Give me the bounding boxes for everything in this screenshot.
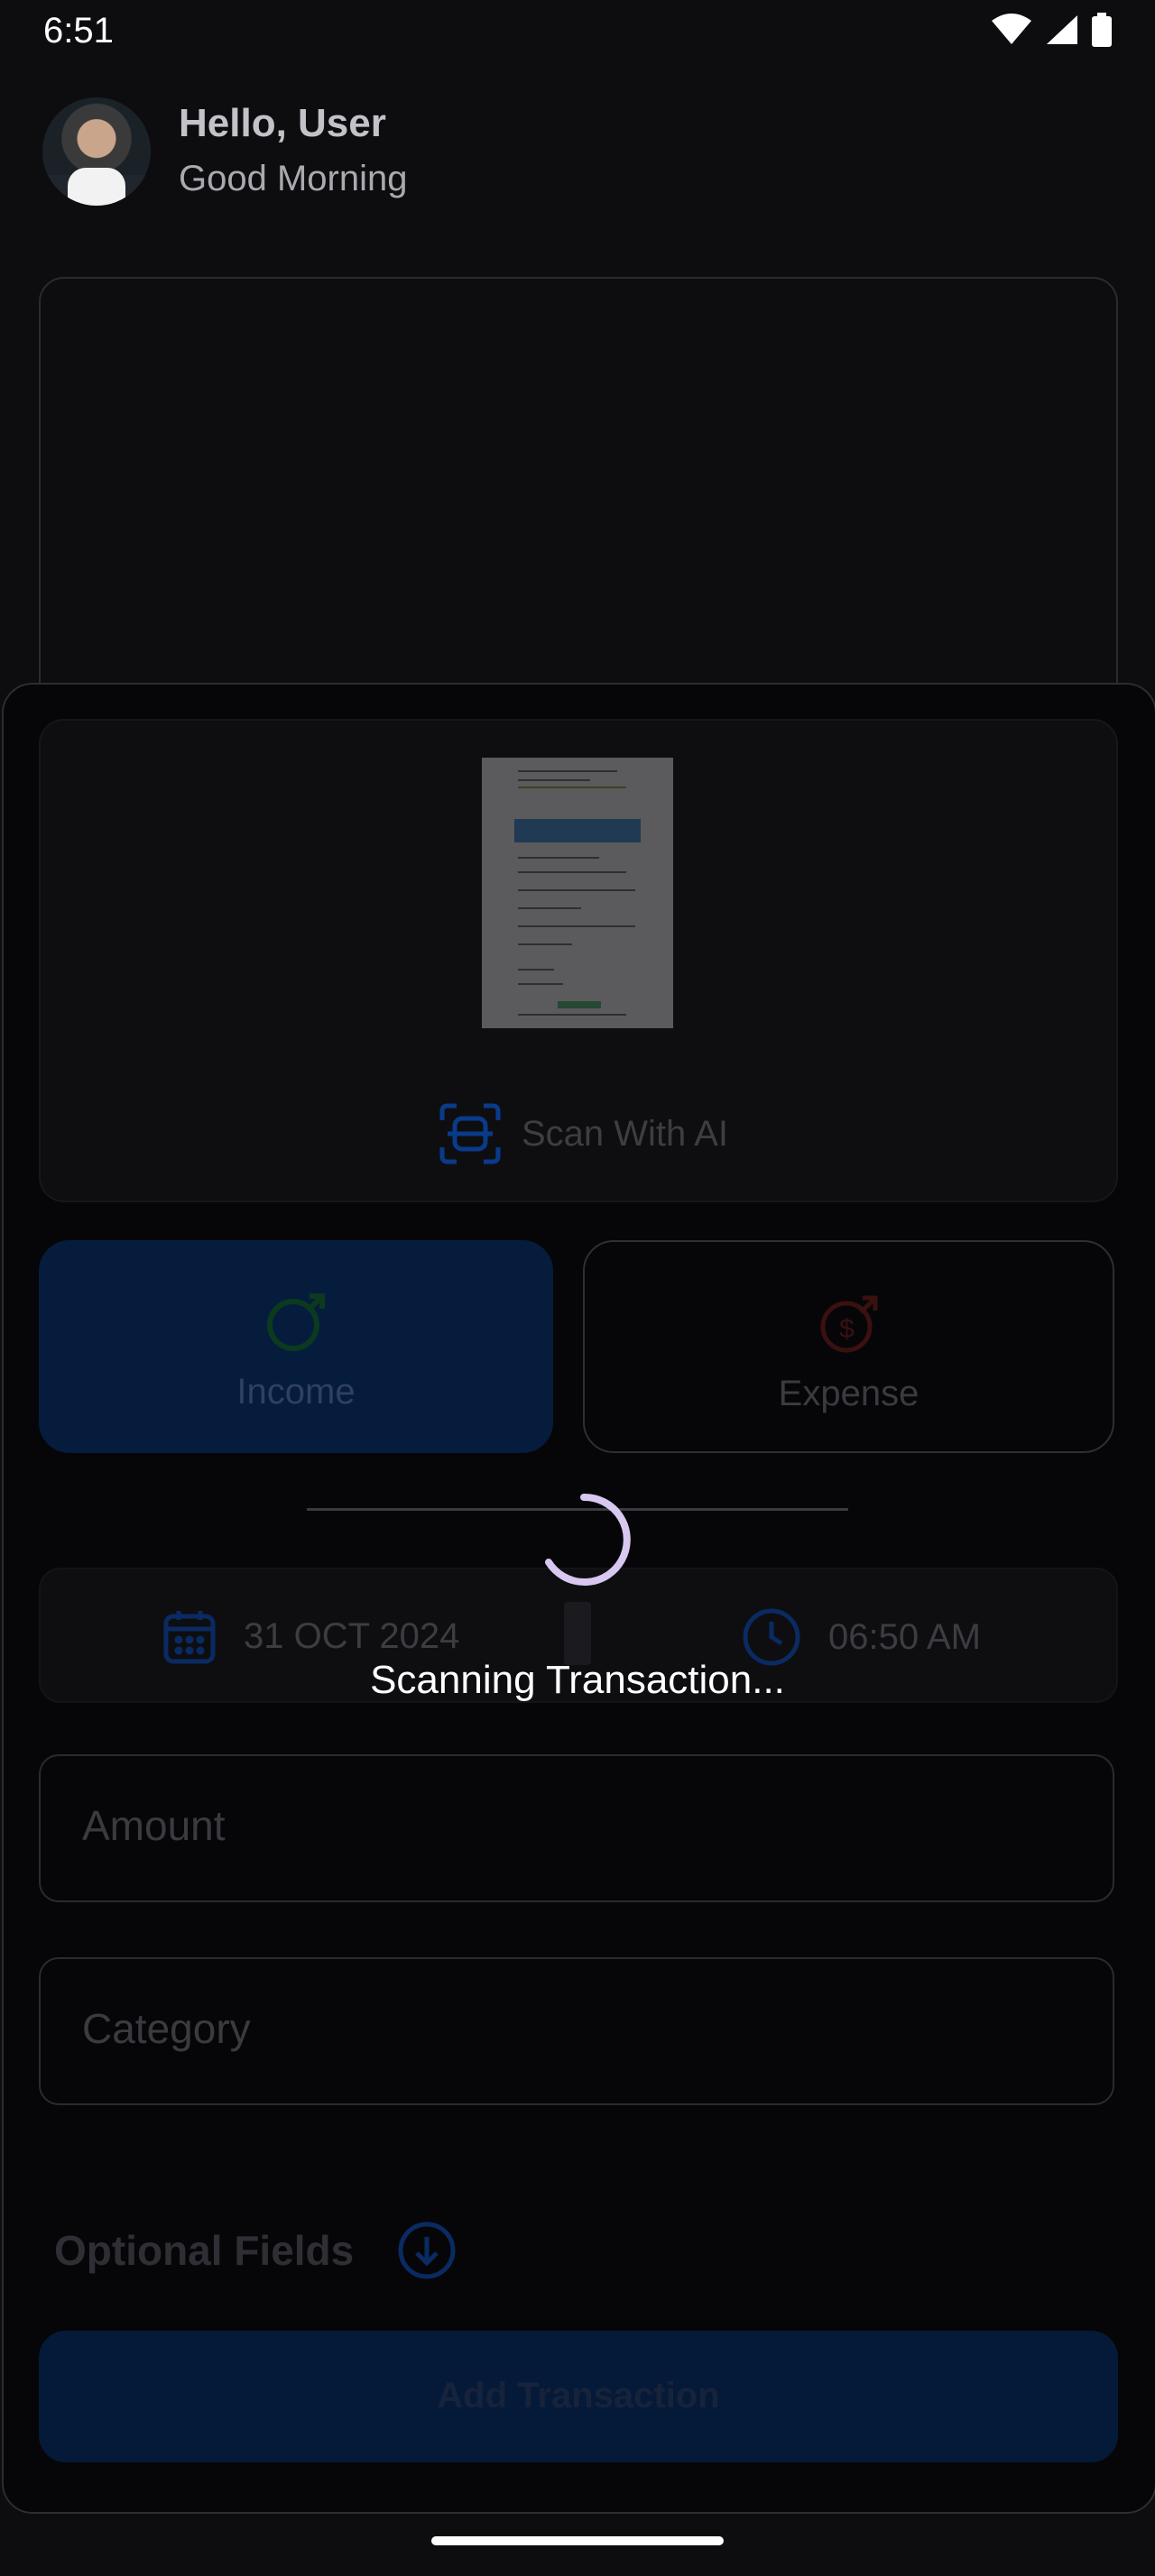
income-label: Income: [236, 1372, 356, 1412]
scan-with-ai-button[interactable]: Scan With AI: [439, 1102, 728, 1165]
category-field[interactable]: Category: [39, 1957, 1114, 2105]
loading-stem: [564, 1602, 591, 1665]
add-transaction-button[interactable]: Add Transaction: [39, 2331, 1118, 2462]
battery-icon: [1092, 13, 1112, 47]
greeting-subtitle: Good Morning: [179, 159, 408, 198]
date-picker[interactable]: 31 OCT 2024: [162, 1607, 459, 1665]
optional-fields-toggle[interactable]: Optional Fields: [54, 2221, 457, 2280]
greeting-title: Hello, User: [179, 101, 386, 145]
status-icons: [991, 13, 1112, 47]
scan-icon: [439, 1103, 501, 1164]
wifi-icon: [992, 14, 1031, 44]
scanning-status-text: Scanning Transaction...: [370, 1658, 785, 1702]
receipt-preview-image: [482, 758, 673, 1028]
status-time: 6:51: [43, 11, 114, 51]
summary-card: [39, 277, 1118, 750]
signal-icon: [1047, 15, 1077, 44]
loading-spinner-icon: [545, 1493, 631, 1586]
calendar-icon: [163, 1611, 216, 1664]
gesture-nav-handle[interactable]: [431, 2536, 724, 2545]
amount-field[interactable]: Amount: [39, 1754, 1114, 1902]
optional-fields-label: Optional Fields: [54, 2227, 355, 2274]
category-placeholder: Category: [82, 2005, 251, 2052]
amount-placeholder: Amount: [82, 1802, 226, 1849]
income-icon: [267, 1293, 325, 1351]
date-value: 31 OCT 2024: [244, 1615, 460, 1656]
add-transaction-label: Add Transaction: [437, 2376, 720, 2415]
svg-text:$: $: [839, 1314, 855, 1344]
scan-label: Scan With AI: [522, 1113, 728, 1154]
arrow-down-circle-icon: [398, 2222, 456, 2279]
income-button[interactable]: Income: [39, 1240, 553, 1453]
expense-icon: $: [820, 1295, 877, 1353]
expense-label: Expense: [778, 1374, 919, 1413]
time-value: 06:50 AM: [828, 1616, 982, 1657]
avatar[interactable]: [42, 97, 151, 206]
expense-button[interactable]: $ Expense: [583, 1240, 1114, 1453]
